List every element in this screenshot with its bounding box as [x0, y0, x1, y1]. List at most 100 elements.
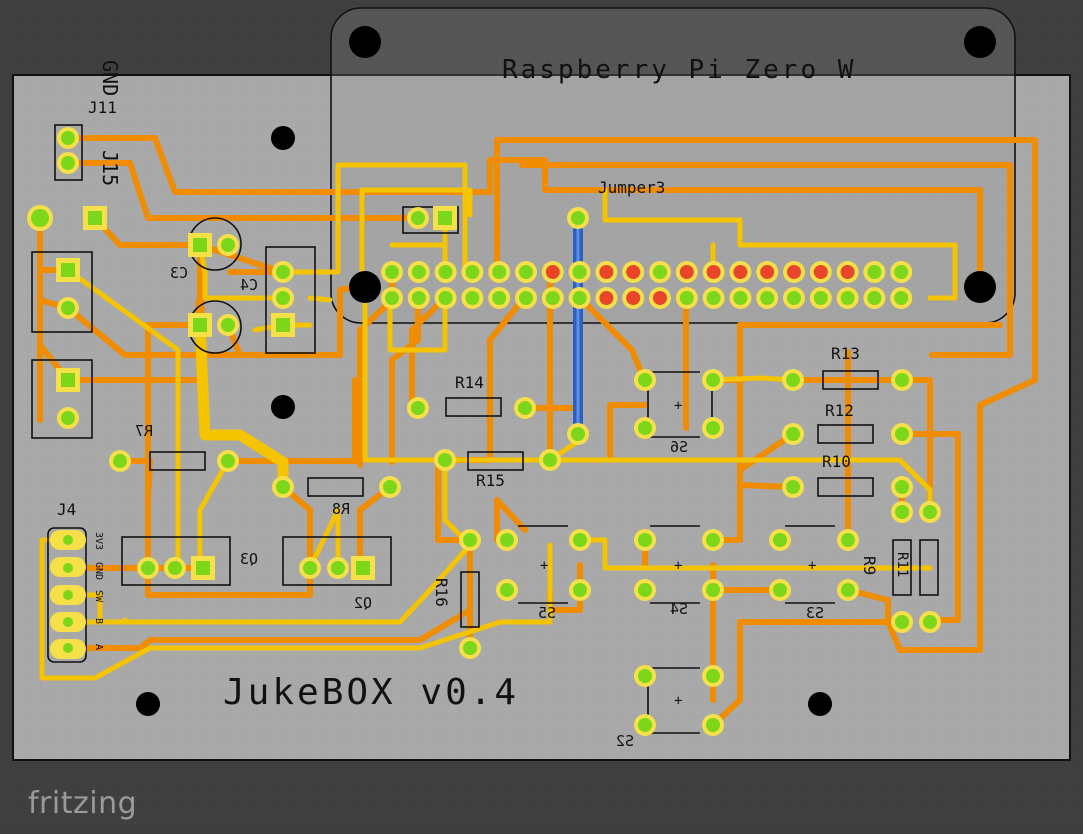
pad-center — [895, 373, 909, 387]
label-r14: R14 — [455, 373, 484, 392]
board-title: JukeBOX v0.4 — [223, 672, 519, 713]
pad-center — [706, 669, 720, 683]
pad-center — [31, 209, 49, 227]
pad-center — [813, 265, 828, 279]
pad-center — [923, 615, 937, 629]
label-s3: S3 — [806, 604, 824, 622]
pad-center — [438, 265, 453, 279]
pad-center — [626, 291, 641, 305]
pad-center — [193, 318, 207, 332]
pad-center — [867, 291, 882, 305]
pad-center — [276, 265, 290, 279]
label-j11: J11 — [88, 98, 117, 117]
label-c3: C3 — [170, 264, 188, 282]
pad-center — [653, 265, 667, 279]
pad-center — [543, 453, 557, 467]
pad-center — [356, 561, 370, 575]
pad-center — [572, 291, 587, 305]
pad-center — [571, 427, 585, 441]
pad-center — [638, 533, 652, 547]
pad-center — [706, 718, 720, 732]
pad-center — [331, 561, 345, 575]
pad-center — [63, 535, 73, 545]
svg-text:+: + — [540, 558, 548, 574]
label-j4-pin-3: SW — [93, 590, 104, 603]
pad-center — [438, 211, 452, 225]
pad-center — [638, 583, 652, 597]
pad-center — [63, 590, 73, 600]
pad-center — [773, 583, 787, 597]
pad-center — [519, 291, 533, 305]
pad-center — [653, 291, 667, 305]
pad-center — [221, 238, 235, 252]
pad-center — [706, 373, 720, 387]
pad-center — [706, 265, 721, 279]
pad-center — [638, 373, 652, 387]
pad-center — [438, 453, 452, 467]
pad-center — [465, 291, 480, 305]
pad-center — [706, 583, 720, 597]
label-module: Raspberry Pi Zero W — [502, 55, 856, 85]
pad-center — [895, 505, 909, 519]
pad-center — [626, 265, 641, 279]
svg-text:+: + — [674, 693, 682, 709]
pad-center — [840, 291, 855, 305]
pad-center — [411, 265, 426, 279]
pad-center — [221, 454, 235, 468]
pad-center — [500, 533, 514, 547]
pad-center — [61, 263, 75, 277]
pad-center — [841, 533, 855, 547]
pad-center — [276, 291, 290, 305]
pad-center — [492, 265, 507, 279]
label-r9: R9 — [860, 556, 879, 575]
pad-center — [463, 641, 477, 655]
svg-text:+: + — [674, 558, 682, 574]
pad-center — [894, 291, 909, 305]
pad-center — [500, 583, 514, 597]
pad-center — [63, 643, 73, 653]
label-r16: R16 — [432, 578, 451, 607]
pad-center — [168, 561, 182, 575]
pad-center — [61, 373, 75, 387]
pad-center — [679, 291, 694, 305]
pcb-canvas: + + + + + Raspberry Pi Zero W J11 GND J1… — [0, 0, 1083, 830]
pad-center — [385, 265, 399, 279]
pad-center — [573, 583, 587, 597]
pad-center — [786, 480, 800, 494]
pad-center — [221, 318, 235, 332]
pad-center — [465, 265, 480, 279]
label-j4-pin-1: 3V3 — [93, 532, 104, 550]
label-j15: J15 — [98, 150, 122, 186]
pad-center — [895, 427, 909, 441]
pad-center — [141, 561, 155, 575]
label-r7: R7 — [135, 422, 153, 440]
pad-center — [786, 427, 800, 441]
pad-center — [438, 291, 453, 305]
pad-center — [894, 265, 909, 279]
pad-center — [599, 265, 614, 279]
pad-center — [706, 291, 721, 305]
label-s6: S6 — [670, 438, 688, 456]
pad-center — [706, 421, 720, 435]
pad-center — [840, 265, 855, 279]
pad-center — [385, 291, 399, 305]
pad-center — [895, 480, 909, 494]
label-gnd: GND — [98, 60, 122, 96]
pad-center — [545, 291, 560, 305]
pad-center — [276, 318, 290, 332]
label-jumper3: Jumper3 — [598, 178, 665, 197]
pad-center — [733, 291, 748, 305]
pad-center — [867, 265, 882, 279]
label-s4: S4 — [670, 600, 688, 618]
pad-center — [63, 617, 73, 627]
pad-center — [463, 533, 477, 547]
pad-center — [841, 583, 855, 597]
label-s2: S2 — [616, 732, 634, 750]
pad-center — [571, 211, 585, 225]
pad-center — [61, 301, 75, 315]
pad-center — [733, 265, 748, 279]
pad-center — [787, 291, 801, 305]
pcb-view: + + + + + Raspberry Pi Zero W J11 GND J1… — [0, 0, 1083, 830]
label-j4-pin-2: GND — [93, 562, 104, 580]
pad-center — [813, 291, 828, 305]
